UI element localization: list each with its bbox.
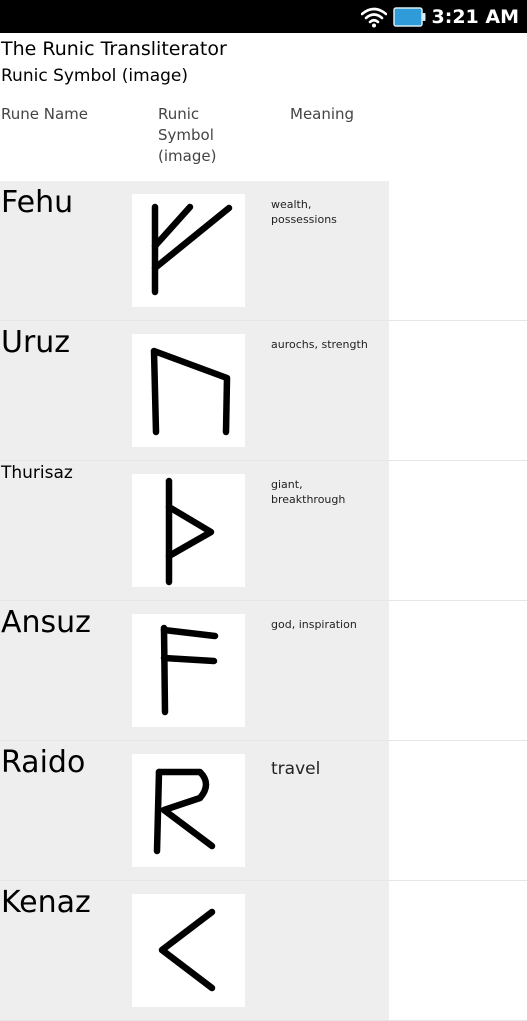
raido-rune-icon: [132, 754, 245, 867]
rune-meaning: giant, breakthrough: [271, 478, 346, 506]
rune-meaning: travel: [271, 759, 321, 779]
rune-name: Kenaz: [1, 885, 91, 920]
rune-meaning: wealth, possessions: [271, 198, 337, 226]
wifi-icon: [360, 6, 387, 28]
app-subtitle: Runic Symbol (image): [1, 66, 189, 86]
column-header-runic-symbol: Runic Symbol (image): [158, 105, 217, 165]
table-row[interactable]: Ansuz god, inspiration: [0, 601, 527, 741]
table-row[interactable]: Kenaz: [0, 881, 527, 1021]
column-header-rune-name: Rune Name: [1, 105, 89, 123]
rune-name: Fehu: [1, 185, 74, 220]
status-time: 3:21 AM: [431, 5, 520, 28]
column-header-meaning: Meaning: [290, 105, 355, 123]
ansuz-rune-icon: [132, 614, 245, 727]
uruz-rune-icon: [132, 334, 245, 447]
rune-name: Ansuz: [1, 605, 91, 640]
rune-name: Thurisaz: [1, 463, 73, 483]
table-row[interactable]: Fehu wealth, possessions: [0, 181, 527, 321]
kenaz-rune-icon: [132, 894, 245, 1007]
thurisaz-rune-icon: [132, 474, 245, 587]
table-row[interactable]: Thurisaz giant, breakthrough: [0, 461, 527, 601]
status-bar: 3:21 AM: [0, 0, 527, 33]
battery-icon: [392, 6, 426, 28]
rune-name: Uruz: [1, 325, 71, 360]
app-title: The Runic Transliterator: [1, 38, 227, 60]
rune-name: Raido: [1, 745, 86, 780]
fehu-rune-icon: [132, 194, 245, 307]
table-row[interactable]: Uruz aurochs, strength: [0, 321, 527, 461]
rune-table: Fehu wealth, possessions Uruz aurochs, s…: [0, 181, 527, 1021]
status-icons: 3:21 AM: [360, 0, 520, 33]
table-row[interactable]: Raido travel: [0, 741, 527, 881]
rune-meaning: god, inspiration: [271, 618, 357, 631]
rune-meaning: aurochs, strength: [271, 338, 368, 351]
